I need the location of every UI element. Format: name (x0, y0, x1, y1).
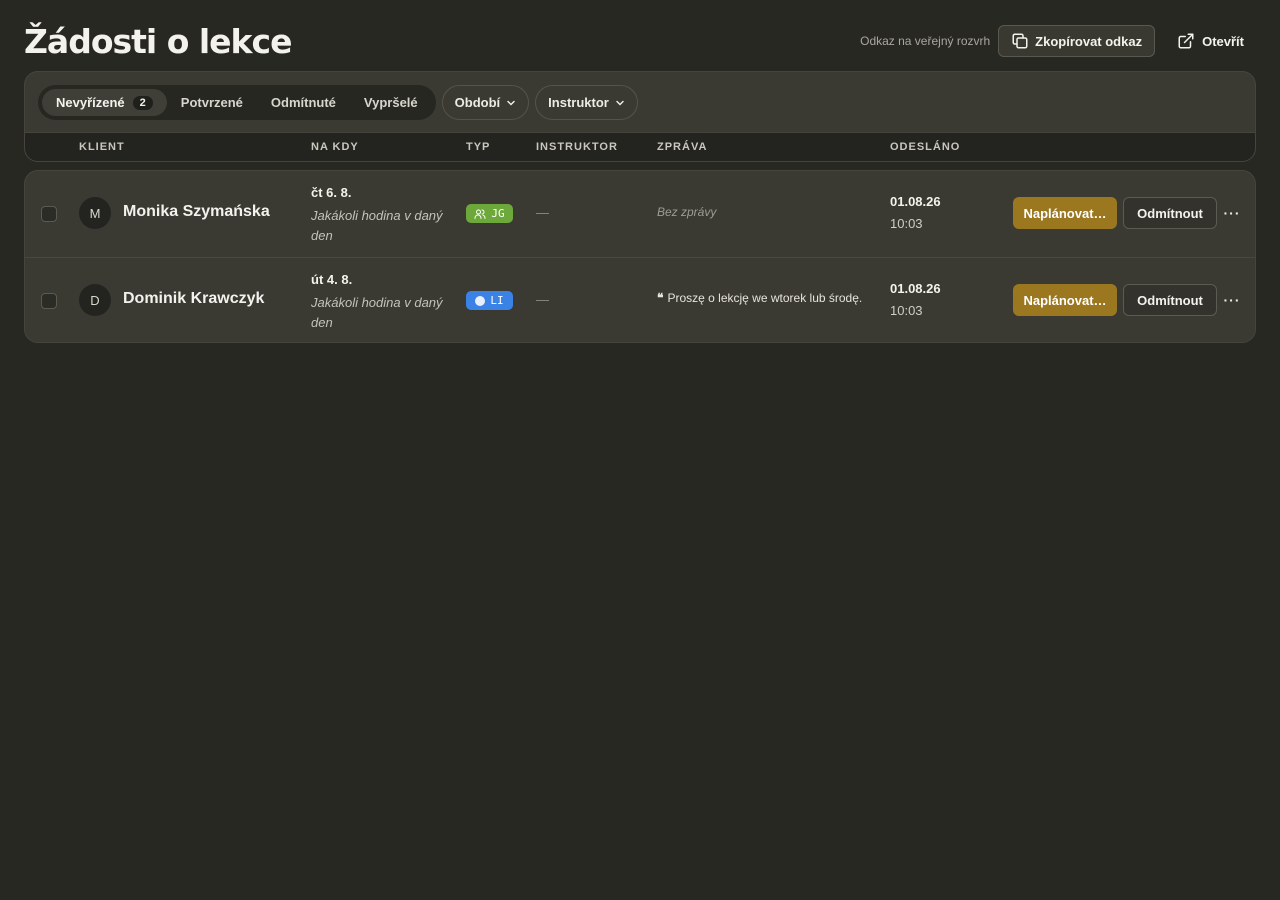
sent-date: 01.08.26 (890, 281, 941, 296)
open-link-label: Otevřít (1202, 33, 1244, 49)
sent-time: 10:03 (890, 303, 923, 318)
message-text: ❝ Proszę o lekcję we wtorek lub środę. (657, 291, 862, 305)
period-dropdown-label: Období (454, 95, 501, 110)
tab-confirmed[interactable]: Potvrzené (167, 89, 257, 116)
client-name: Monika Szymańska (123, 203, 270, 220)
type-code: JG (491, 207, 505, 220)
reject-button[interactable]: Odmítnout (1123, 284, 1217, 316)
copy-icon (1011, 32, 1029, 50)
open-link-button[interactable]: Otevřít (1163, 25, 1256, 57)
page-title: Žádosti o lekce (24, 21, 292, 61)
external-link-icon (1177, 32, 1195, 50)
column-sent[interactable]: ODESLÁNO (890, 141, 960, 153)
period-dropdown[interactable]: Období (441, 85, 530, 120)
message-body: Proszę o lekcję we wtorek lub środę. (667, 291, 863, 305)
page-header: Žádosti o lekce Odkaz na veřejný rozvrh … (24, 18, 1256, 64)
sent-date: 01.08.26 (890, 194, 941, 209)
request-time-note: Jakákoli hodina v daný den (311, 295, 443, 330)
more-options-icon[interactable]: ··· (1223, 205, 1241, 221)
copy-link-label: Zkopírovat odkaz (1035, 33, 1143, 49)
request-date: út 4. 8. (311, 272, 353, 287)
instructor-dropdown-label: Instruktor (548, 95, 609, 110)
dot-icon (475, 295, 486, 306)
sent-time: 10:03 (890, 216, 923, 231)
row-checkbox[interactable] (41, 293, 57, 309)
column-message[interactable]: ZPRÁVA (657, 141, 707, 153)
tab-confirmed-label: Potvrzené (180, 95, 243, 110)
filter-toolbar: Nevyřízené 2 Potvrzené Odmítnuté Vypršel… (24, 71, 1256, 162)
filters: Nevyřízené 2 Potvrzené Odmítnuté Vypršel… (38, 85, 638, 120)
copy-link-button[interactable]: Zkopírovat odkaz (998, 25, 1156, 57)
column-type[interactable]: TYP (466, 141, 490, 153)
instructor-value: — (536, 205, 549, 220)
tab-pending-label: Nevyřízené (56, 95, 125, 110)
request-date: čt 6. 8. (311, 185, 352, 200)
instructor-dropdown[interactable]: Instruktor (535, 85, 638, 120)
table-row[interactable]: D Dominik Krawczyk út 4. 8. Jakákoli hod… (25, 257, 1255, 342)
avatar: D (79, 284, 111, 316)
status-tabs: Nevyřízené 2 Potvrzené Odmítnuté Vypršel… (38, 85, 436, 120)
more-options-icon[interactable]: ··· (1223, 292, 1241, 308)
avatar: M (79, 197, 111, 229)
column-instructor[interactable]: INSTRUKTOR (536, 141, 618, 153)
quote-icon: ❝ (657, 291, 664, 305)
table-row[interactable]: M Monika Szymańska čt 6. 8. Jakákoli hod… (25, 171, 1255, 257)
schedule-button[interactable]: Naplánovat… (1013, 197, 1117, 229)
header-actions: Odkaz na veřejný rozvrh Zkopírovat odkaz… (860, 25, 1256, 57)
request-time-note: Jakákoli hodina v daný den (311, 208, 443, 243)
tab-expired[interactable]: Vypršelé (350, 89, 432, 116)
client-name: Dominik Krawczyk (123, 290, 265, 307)
table-header: KLIENT NA KDY TYP INSTRUKTOR ZPRÁVA ODES… (25, 132, 1255, 161)
tab-rejected-label: Odmítnuté (270, 95, 336, 110)
tab-pending[interactable]: Nevyřízené 2 (42, 89, 167, 116)
public-link-label: Odkaz na veřejný rozvrh (860, 34, 991, 48)
column-client[interactable]: KLIENT (79, 141, 125, 153)
type-code: LI (490, 294, 504, 307)
chevron-down-icon (507, 100, 515, 106)
reject-button[interactable]: Odmítnout (1123, 197, 1217, 229)
chevron-down-icon (616, 100, 624, 106)
group-icon (474, 209, 486, 219)
schedule-button[interactable]: Naplánovat… (1013, 284, 1117, 316)
pending-count-badge: 2 (132, 95, 153, 110)
type-badge: JG (466, 204, 513, 223)
row-checkbox[interactable] (41, 206, 57, 222)
message-empty: Bez zprávy (657, 205, 717, 219)
column-when[interactable]: NA KDY (311, 141, 359, 153)
type-badge: LI (466, 291, 513, 310)
tab-expired-label: Vypršelé (363, 95, 418, 110)
tab-rejected[interactable]: Odmítnuté (257, 89, 350, 116)
requests-table: M Monika Szymańska čt 6. 8. Jakákoli hod… (24, 170, 1256, 343)
instructor-value: — (536, 292, 549, 307)
